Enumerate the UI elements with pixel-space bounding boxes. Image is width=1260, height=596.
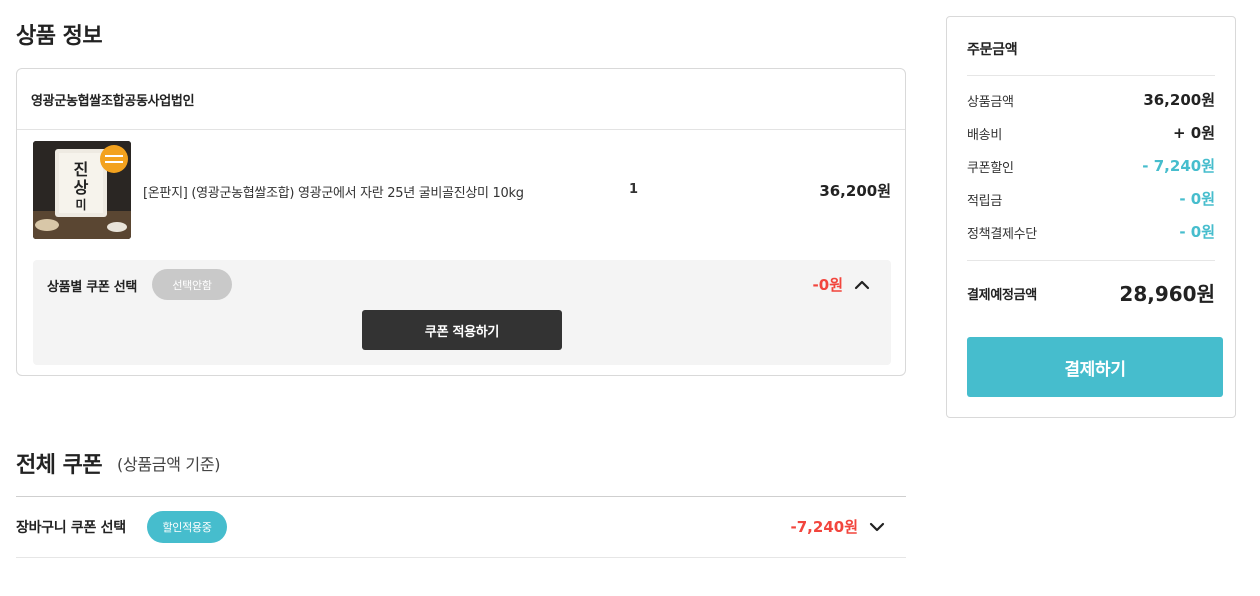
order-summary-panel: 주문금액 상품금액 36,200원 배송비 + 0원 쿠폰할인 - 7,240원… — [946, 16, 1236, 418]
total-value: 28,960원 — [1119, 282, 1215, 306]
product-quantity: 1 — [629, 182, 639, 197]
summary-title: 주문금액 — [967, 42, 1018, 58]
summary-row-value: 36,200원 — [1143, 91, 1215, 109]
summary-row-value: - 7,240원 — [1142, 157, 1215, 175]
item-coupon-amount: -0원 — [812, 276, 843, 294]
summary-row-points: 적립금 - 0원 — [967, 188, 1215, 209]
cart-coupon-label: 장바구니 쿠폰 선택 — [16, 520, 126, 536]
discount-applied-badge: 할인적용중 — [147, 511, 227, 543]
summary-row-policy-payment: 정책결제수단 - 0원 — [967, 221, 1215, 242]
item-coupon-label: 상품별 쿠폰 선택 — [47, 280, 138, 295]
chevron-down-icon[interactable] — [868, 518, 886, 536]
product-item-row: 진 상 미 [온판지] (영광군농협쌀조합) 영광군에서 자란 25년 굴비골진… — [33, 141, 891, 241]
summary-row-label: 배송비 — [967, 128, 1002, 143]
whole-coupon-title: 전체 쿠폰 — [16, 453, 103, 478]
product-box: 영광군농협쌀조합공동사업법인 진 상 미 [온판지] (영광군농협쌀조합) 영광… — [16, 68, 906, 376]
product-info-title: 상품 정보 — [16, 24, 103, 49]
item-coupon-panel: 상품별 쿠폰 선택 선택안함 -0원 쿠폰 적용하기 — [33, 260, 891, 365]
svg-text:진: 진 — [74, 160, 89, 179]
summary-row-value: - 0원 — [1179, 223, 1215, 241]
cart-coupon-amount: -7,240원 — [790, 518, 858, 536]
summary-divider — [967, 75, 1215, 76]
whole-coupon-subtitle: (상품금액 기준) — [117, 455, 221, 474]
summary-row-label: 쿠폰할인 — [967, 161, 1014, 176]
summary-row-shipping: 배송비 + 0원 — [967, 122, 1215, 143]
summary-row-label: 정책결제수단 — [967, 227, 1037, 242]
svg-text:상: 상 — [74, 178, 89, 197]
svg-text:미: 미 — [75, 197, 86, 212]
cart-coupon-row[interactable]: 장바구니 쿠폰 선택 할인적용중 -7,240원 — [16, 496, 906, 558]
rice-bag-product-image[interactable]: 진 상 미 — [33, 141, 131, 239]
item-coupon-select-button[interactable]: 선택안함 — [152, 269, 232, 300]
summary-row-product-amount: 상품금액 36,200원 — [967, 89, 1215, 110]
summary-row-value: + 0원 — [1172, 124, 1215, 142]
pay-button[interactable]: 결제하기 — [967, 337, 1223, 397]
summary-row-label: 상품금액 — [967, 95, 1014, 110]
product-name[interactable]: [온판지] (영광군농협쌀조합) 영광군에서 자란 25년 굴비골진상미 10k… — [143, 182, 524, 201]
total-label: 결제예정금액 — [967, 288, 1037, 303]
seller-name: 영광군농협쌀조합공동사업법인 — [17, 69, 905, 130]
product-price: 36,200원 — [819, 182, 891, 200]
summary-row-value: - 0원 — [1179, 190, 1215, 208]
summary-row-label: 적립금 — [967, 194, 1002, 209]
summary-row-coupon-discount: 쿠폰할인 - 7,240원 — [967, 155, 1215, 176]
chevron-up-icon[interactable] — [853, 276, 871, 294]
summary-divider — [967, 260, 1215, 261]
apply-coupon-button[interactable]: 쿠폰 적용하기 — [362, 310, 562, 350]
